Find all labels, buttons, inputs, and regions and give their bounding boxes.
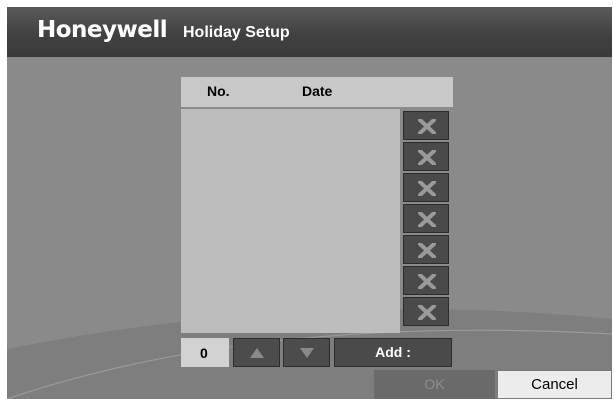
- delete-row-button[interactable]: [403, 111, 449, 140]
- column-header-date: Date: [302, 83, 333, 99]
- delete-button-column: [403, 111, 451, 328]
- close-icon: [418, 181, 436, 196]
- list-header: No. Date: [181, 77, 453, 107]
- page-title: Holiday Setup: [183, 24, 290, 41]
- title-bar: Honeywell Holiday Setup: [7, 7, 612, 57]
- close-icon: [418, 119, 436, 134]
- close-icon: [418, 243, 436, 258]
- triangle-up-icon: [250, 348, 264, 358]
- column-header-no: No.: [207, 83, 230, 99]
- delete-row-button[interactable]: [403, 297, 449, 326]
- delete-row-button[interactable]: [403, 235, 449, 264]
- close-icon: [418, 274, 436, 289]
- close-icon: [418, 150, 436, 165]
- close-icon: [418, 305, 436, 320]
- delete-row-button[interactable]: [403, 204, 449, 233]
- scroll-up-button[interactable]: [233, 338, 280, 367]
- honeywell-logo: Honeywell: [37, 17, 168, 43]
- holiday-list[interactable]: [181, 109, 400, 333]
- triangle-down-icon: [300, 348, 314, 358]
- scroll-down-button[interactable]: [283, 338, 330, 367]
- ok-button[interactable]: OK: [374, 370, 495, 399]
- add-holiday-button[interactable]: Add :: [334, 338, 452, 367]
- delete-row-button[interactable]: [403, 266, 449, 295]
- holiday-count: 0: [181, 338, 229, 367]
- cancel-button[interactable]: Cancel: [497, 370, 612, 399]
- holiday-setup-screen: Honeywell Holiday Setup No. Date 0 Add:…: [0, 0, 614, 399]
- delete-row-button[interactable]: [403, 142, 449, 171]
- delete-row-button[interactable]: [403, 173, 449, 202]
- holiday-count-value: 0: [200, 345, 208, 361]
- close-icon: [418, 212, 436, 227]
